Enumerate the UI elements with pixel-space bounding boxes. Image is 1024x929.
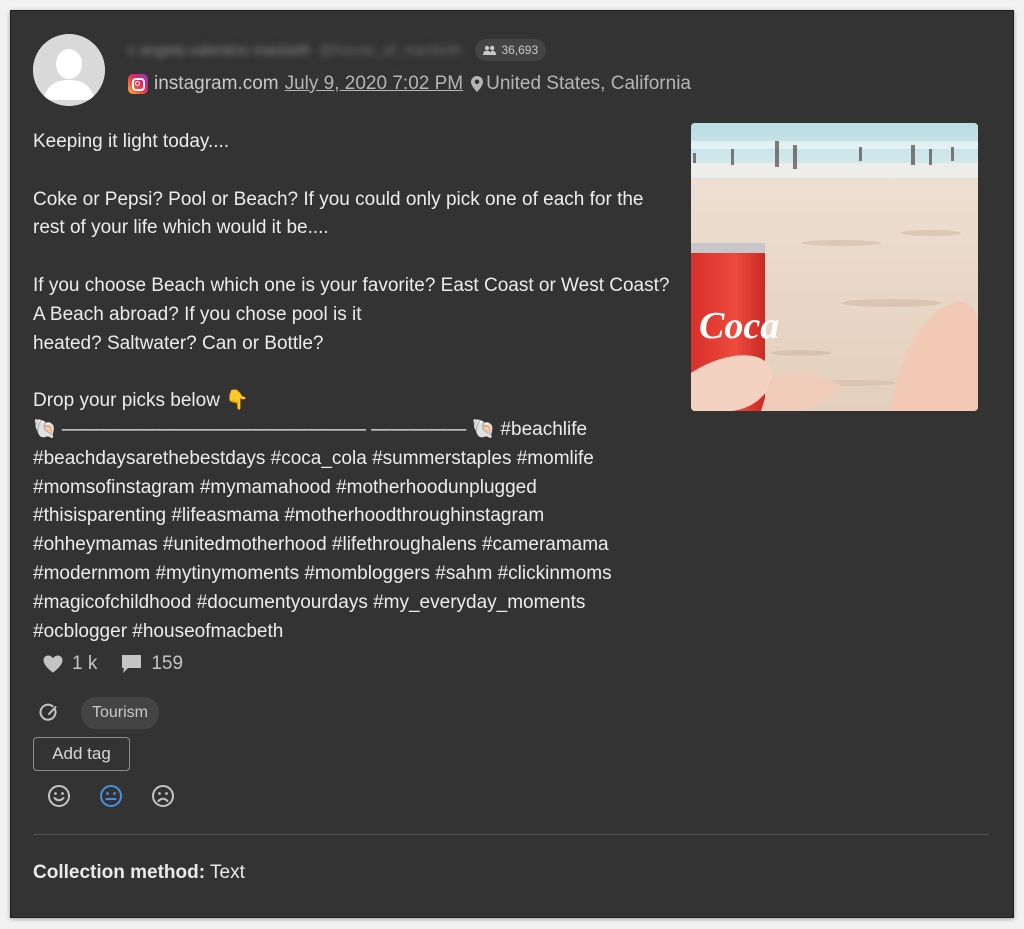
post-meta: instagram.com July 9, 2020 7:02 PM Unite… [128,71,691,97]
instagram-icon [128,74,148,94]
author-row: c angela valentino macbeth @house_of_mac… [128,39,547,61]
followers-count: 36,693 [501,43,539,57]
author-name[interactable]: c angela valentino macbeth [128,42,311,59]
positive-face-icon[interactable] [47,784,71,808]
beach-photo: Coca [691,123,978,411]
people-icon [483,45,497,55]
location-text: United States, California [486,73,691,94]
engagement-stats: 1 k 159 [43,653,183,675]
topic-row: Tourism [39,697,160,729]
collection-method: Collection method: Text [33,862,245,884]
source-link[interactable]: instagram.com [154,73,279,95]
likes-stat: 1 k [43,653,97,675]
collection-method-value: Text [210,862,245,883]
neutral-face-icon[interactable] [99,784,123,808]
location: United States, California [471,73,691,95]
divider [33,834,989,835]
map-pin-icon [471,76,484,92]
post-image[interactable]: Coca [691,123,978,411]
followers-badge: 36,693 [475,39,547,61]
sentiment-selector [47,784,175,808]
author-handle[interactable]: @house_of_macbeth [319,42,462,59]
person-silhouette-icon [33,34,105,106]
comments-count: 159 [151,653,184,674]
comments-stat: 159 [121,653,183,675]
heart-icon [43,655,63,673]
collection-method-label: Collection method: [33,862,206,883]
post-text: Keeping it light today.... Coke or Pepsi… [33,131,670,642]
post-card: c angela valentino macbeth @house_of_mac… [10,10,1014,918]
topic-chip[interactable]: Tourism [81,697,160,729]
negative-face-icon[interactable] [151,784,175,808]
post-date-link[interactable]: July 9, 2020 7:02 PM [285,73,464,95]
can-logo-text: Coca [699,305,779,347]
likes-count: 1 k [72,653,98,674]
topic-gauge-icon[interactable] [39,703,59,723]
comment-icon [122,655,142,673]
add-tag-button[interactable]: Add tag [33,737,130,771]
avatar[interactable] [33,34,105,106]
